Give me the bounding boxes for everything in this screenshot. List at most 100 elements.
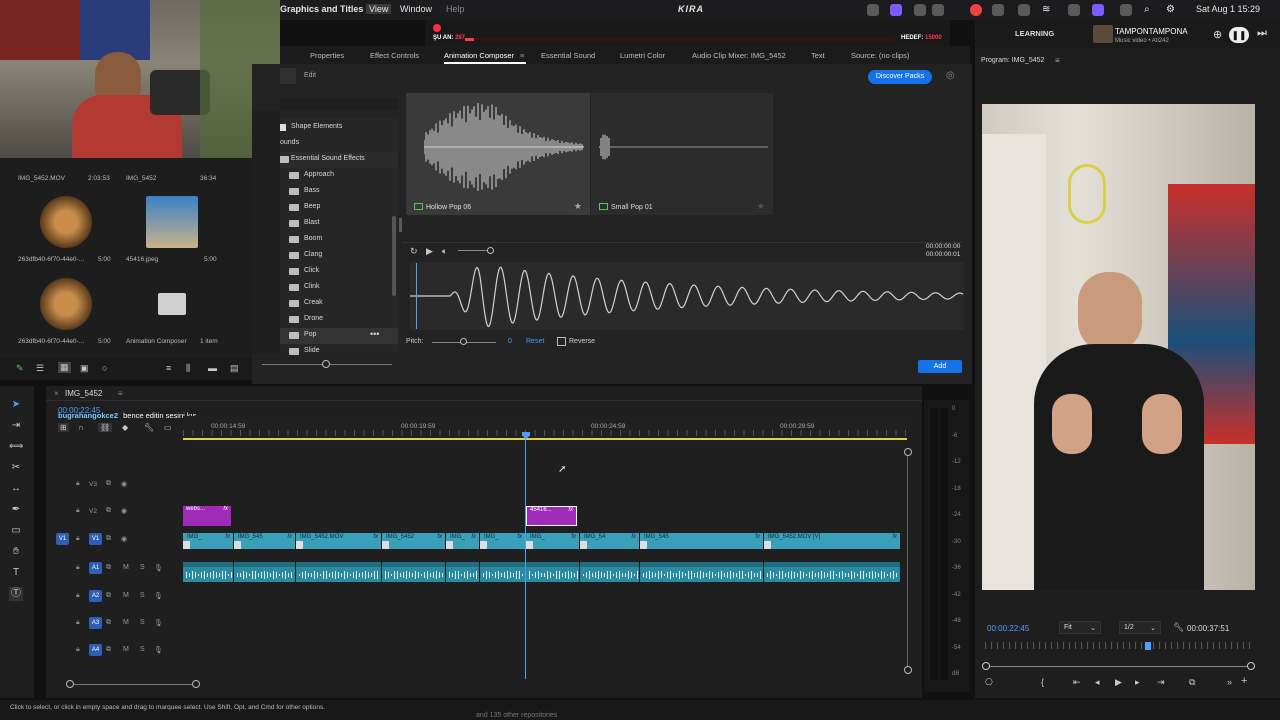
sequence-menu-icon[interactable]: ≡ xyxy=(118,389,123,398)
vscroll-handle-top[interactable] xyxy=(904,448,912,456)
track-select-icon[interactable]: ⇥ xyxy=(9,419,23,433)
lock-icon[interactable]: 🔒︎ xyxy=(76,619,80,627)
play-icon[interactable]: ▶ xyxy=(426,246,433,257)
project-item-name[interactable]: IMG_5452 xyxy=(126,175,156,182)
discover-packs-button[interactable]: Discover Packs xyxy=(868,70,932,84)
s-icon[interactable] xyxy=(1018,4,1030,16)
rectangle-tool-icon[interactable]: ▭ xyxy=(9,524,23,538)
pause-icon[interactable]: ❚❚ xyxy=(1229,27,1249,43)
pencil-icon[interactable]: ✎ xyxy=(16,363,24,374)
eye-icon[interactable]: ◉ xyxy=(121,535,127,543)
sync-lock-icon[interactable]: ⧉ xyxy=(106,507,111,515)
thumb-size-handle[interactable] xyxy=(322,360,330,368)
mute-button[interactable]: M xyxy=(123,619,129,626)
snap-icon[interactable]: ∩ xyxy=(78,423,84,432)
calendar-icon[interactable] xyxy=(992,4,1004,16)
card-splitter[interactable] xyxy=(399,218,402,232)
tree-item[interactable]: ›Beep xyxy=(274,200,398,216)
microphone-icon[interactable]: 🎙︎ xyxy=(154,592,163,600)
menu-help[interactable]: Help xyxy=(446,4,465,14)
lock-icon[interactable]: 🔒︎ xyxy=(76,592,80,600)
program-zoom-bar[interactable] xyxy=(985,666,1251,667)
lock-icon[interactable]: 🔒︎ xyxy=(76,646,80,654)
track-label[interactable]: A3 xyxy=(89,617,102,629)
transition-marker[interactable] xyxy=(580,541,587,549)
project-item-name[interactable]: IMG_5452.MOV xyxy=(18,175,65,182)
audio-clip[interactable] xyxy=(480,562,526,582)
lock-icon[interactable]: 🔒︎ xyxy=(76,535,80,543)
sync-lock-icon[interactable]: ⧉ xyxy=(106,535,111,543)
edit-menu[interactable]: Edit xyxy=(304,72,316,79)
pitch-slider-handle[interactable] xyxy=(460,338,467,345)
menu-graphics-titles[interactable]: Graphics and Titles xyxy=(280,4,363,14)
wifi-icon[interactable]: ≋ xyxy=(1042,4,1054,16)
step-forward-icon[interactable]: ▸ xyxy=(1135,677,1140,688)
k-icon[interactable] xyxy=(932,4,944,16)
video-clip[interactable]: IMG_ fx xyxy=(480,533,526,549)
linked-selection-icon[interactable]: ⛓ xyxy=(98,423,113,432)
go-to-in-icon[interactable]: ⇤ xyxy=(1073,677,1081,688)
new-bin-icon[interactable]: ▬ xyxy=(208,363,217,373)
transition-marker[interactable] xyxy=(382,541,389,549)
eye-icon[interactable]: ◉ xyxy=(121,507,127,515)
audio-clip[interactable] xyxy=(183,562,234,582)
mute-button[interactable]: M xyxy=(123,564,129,571)
tab-essential-sound[interactable]: Essential Sound xyxy=(541,51,595,60)
record-icon[interactable] xyxy=(890,4,902,16)
caption-tool-icon[interactable]: Ⓣ xyxy=(9,587,23,601)
tree-item[interactable]: ›Click xyxy=(274,264,398,280)
audio-clip[interactable] xyxy=(526,562,580,582)
microphone-icon[interactable]: 🎙︎ xyxy=(154,646,163,654)
tree-item[interactable]: ›Bass xyxy=(274,184,398,200)
solo-button[interactable]: S xyxy=(140,619,145,626)
sync-lock-icon[interactable]: ⧉ xyxy=(106,564,111,572)
tree-item[interactable]: ›Boom xyxy=(274,232,398,248)
tab-menu-icon[interactable]: ≡ xyxy=(520,51,524,60)
track-label[interactable]: V1 xyxy=(89,533,102,545)
pitch-value[interactable]: 0 xyxy=(508,338,512,345)
add-button[interactable]: Add xyxy=(918,360,962,373)
pen-tool-icon[interactable]: ✒ xyxy=(9,503,23,517)
step-back-icon[interactable]: ◂ xyxy=(1095,677,1100,688)
wrench-icon[interactable]: 🔧︎ xyxy=(1173,622,1184,633)
preview-playhead[interactable] xyxy=(416,263,417,329)
tree-scrollbar[interactable] xyxy=(392,216,396,296)
solo-button[interactable]: S xyxy=(140,564,145,571)
sync-lock-icon[interactable]: ⧉ xyxy=(106,646,111,654)
audio-clip[interactable] xyxy=(296,562,382,582)
work-area-bar[interactable] xyxy=(183,438,907,440)
reset-link[interactable]: Reset xyxy=(526,338,544,345)
control-center-icon[interactable]: ⚙ xyxy=(1166,4,1178,16)
nest-icon[interactable]: ⊞ xyxy=(58,423,69,432)
tab-audio-clip-mixer[interactable]: Audio Clip Mixer: IMG_5452 xyxy=(692,51,786,60)
tree-sounds[interactable]: ounds xyxy=(280,136,398,152)
next-track-icon[interactable]: ⏭ xyxy=(1257,27,1267,40)
transition-marker[interactable] xyxy=(183,541,190,549)
mute-button[interactable]: M xyxy=(123,592,129,599)
audio-clip[interactable] xyxy=(640,562,764,582)
tab-lumetri-color[interactable]: Lumetri Color xyxy=(620,51,665,60)
ripple-edit-icon[interactable]: ⟺ xyxy=(9,440,23,454)
program-ruler[interactable] xyxy=(985,642,1251,649)
track-label[interactable]: A1 xyxy=(89,562,102,574)
list-view-icon[interactable]: ☰ xyxy=(36,363,44,374)
menu-view[interactable]: View xyxy=(366,4,392,14)
export-frame-icon[interactable]: ⧉ xyxy=(1189,677,1195,688)
time-ruler[interactable]: 00:00:14:59 00:00:19:59 00:00:24:59 00:0… xyxy=(183,416,907,440)
transition-marker[interactable] xyxy=(640,541,647,549)
transition-marker[interactable] xyxy=(234,541,241,549)
tab-effect-controls[interactable]: Effect Controls xyxy=(370,51,419,60)
volume-icon[interactable]: 🔈︎ xyxy=(442,246,447,257)
video-clip[interactable]: IMG_54 fx xyxy=(580,533,640,549)
transition-marker[interactable] xyxy=(764,541,771,549)
track-label[interactable]: V3 xyxy=(89,481,97,488)
sort-icon[interactable]: ≡ xyxy=(166,363,171,373)
slip-tool-icon[interactable]: ↔ xyxy=(9,482,23,496)
project-item-name[interactable]: Animation Composer xyxy=(126,338,187,345)
tree-item[interactable]: ›Clink xyxy=(274,280,398,296)
project-thumbnail[interactable] xyxy=(146,196,198,248)
selection-tool-icon[interactable]: ➤ xyxy=(9,398,23,412)
track-label[interactable]: V2 xyxy=(89,508,97,515)
tree-item[interactable]: ›Clang xyxy=(274,248,398,264)
add-button-icon[interactable]: + xyxy=(1241,675,1247,687)
